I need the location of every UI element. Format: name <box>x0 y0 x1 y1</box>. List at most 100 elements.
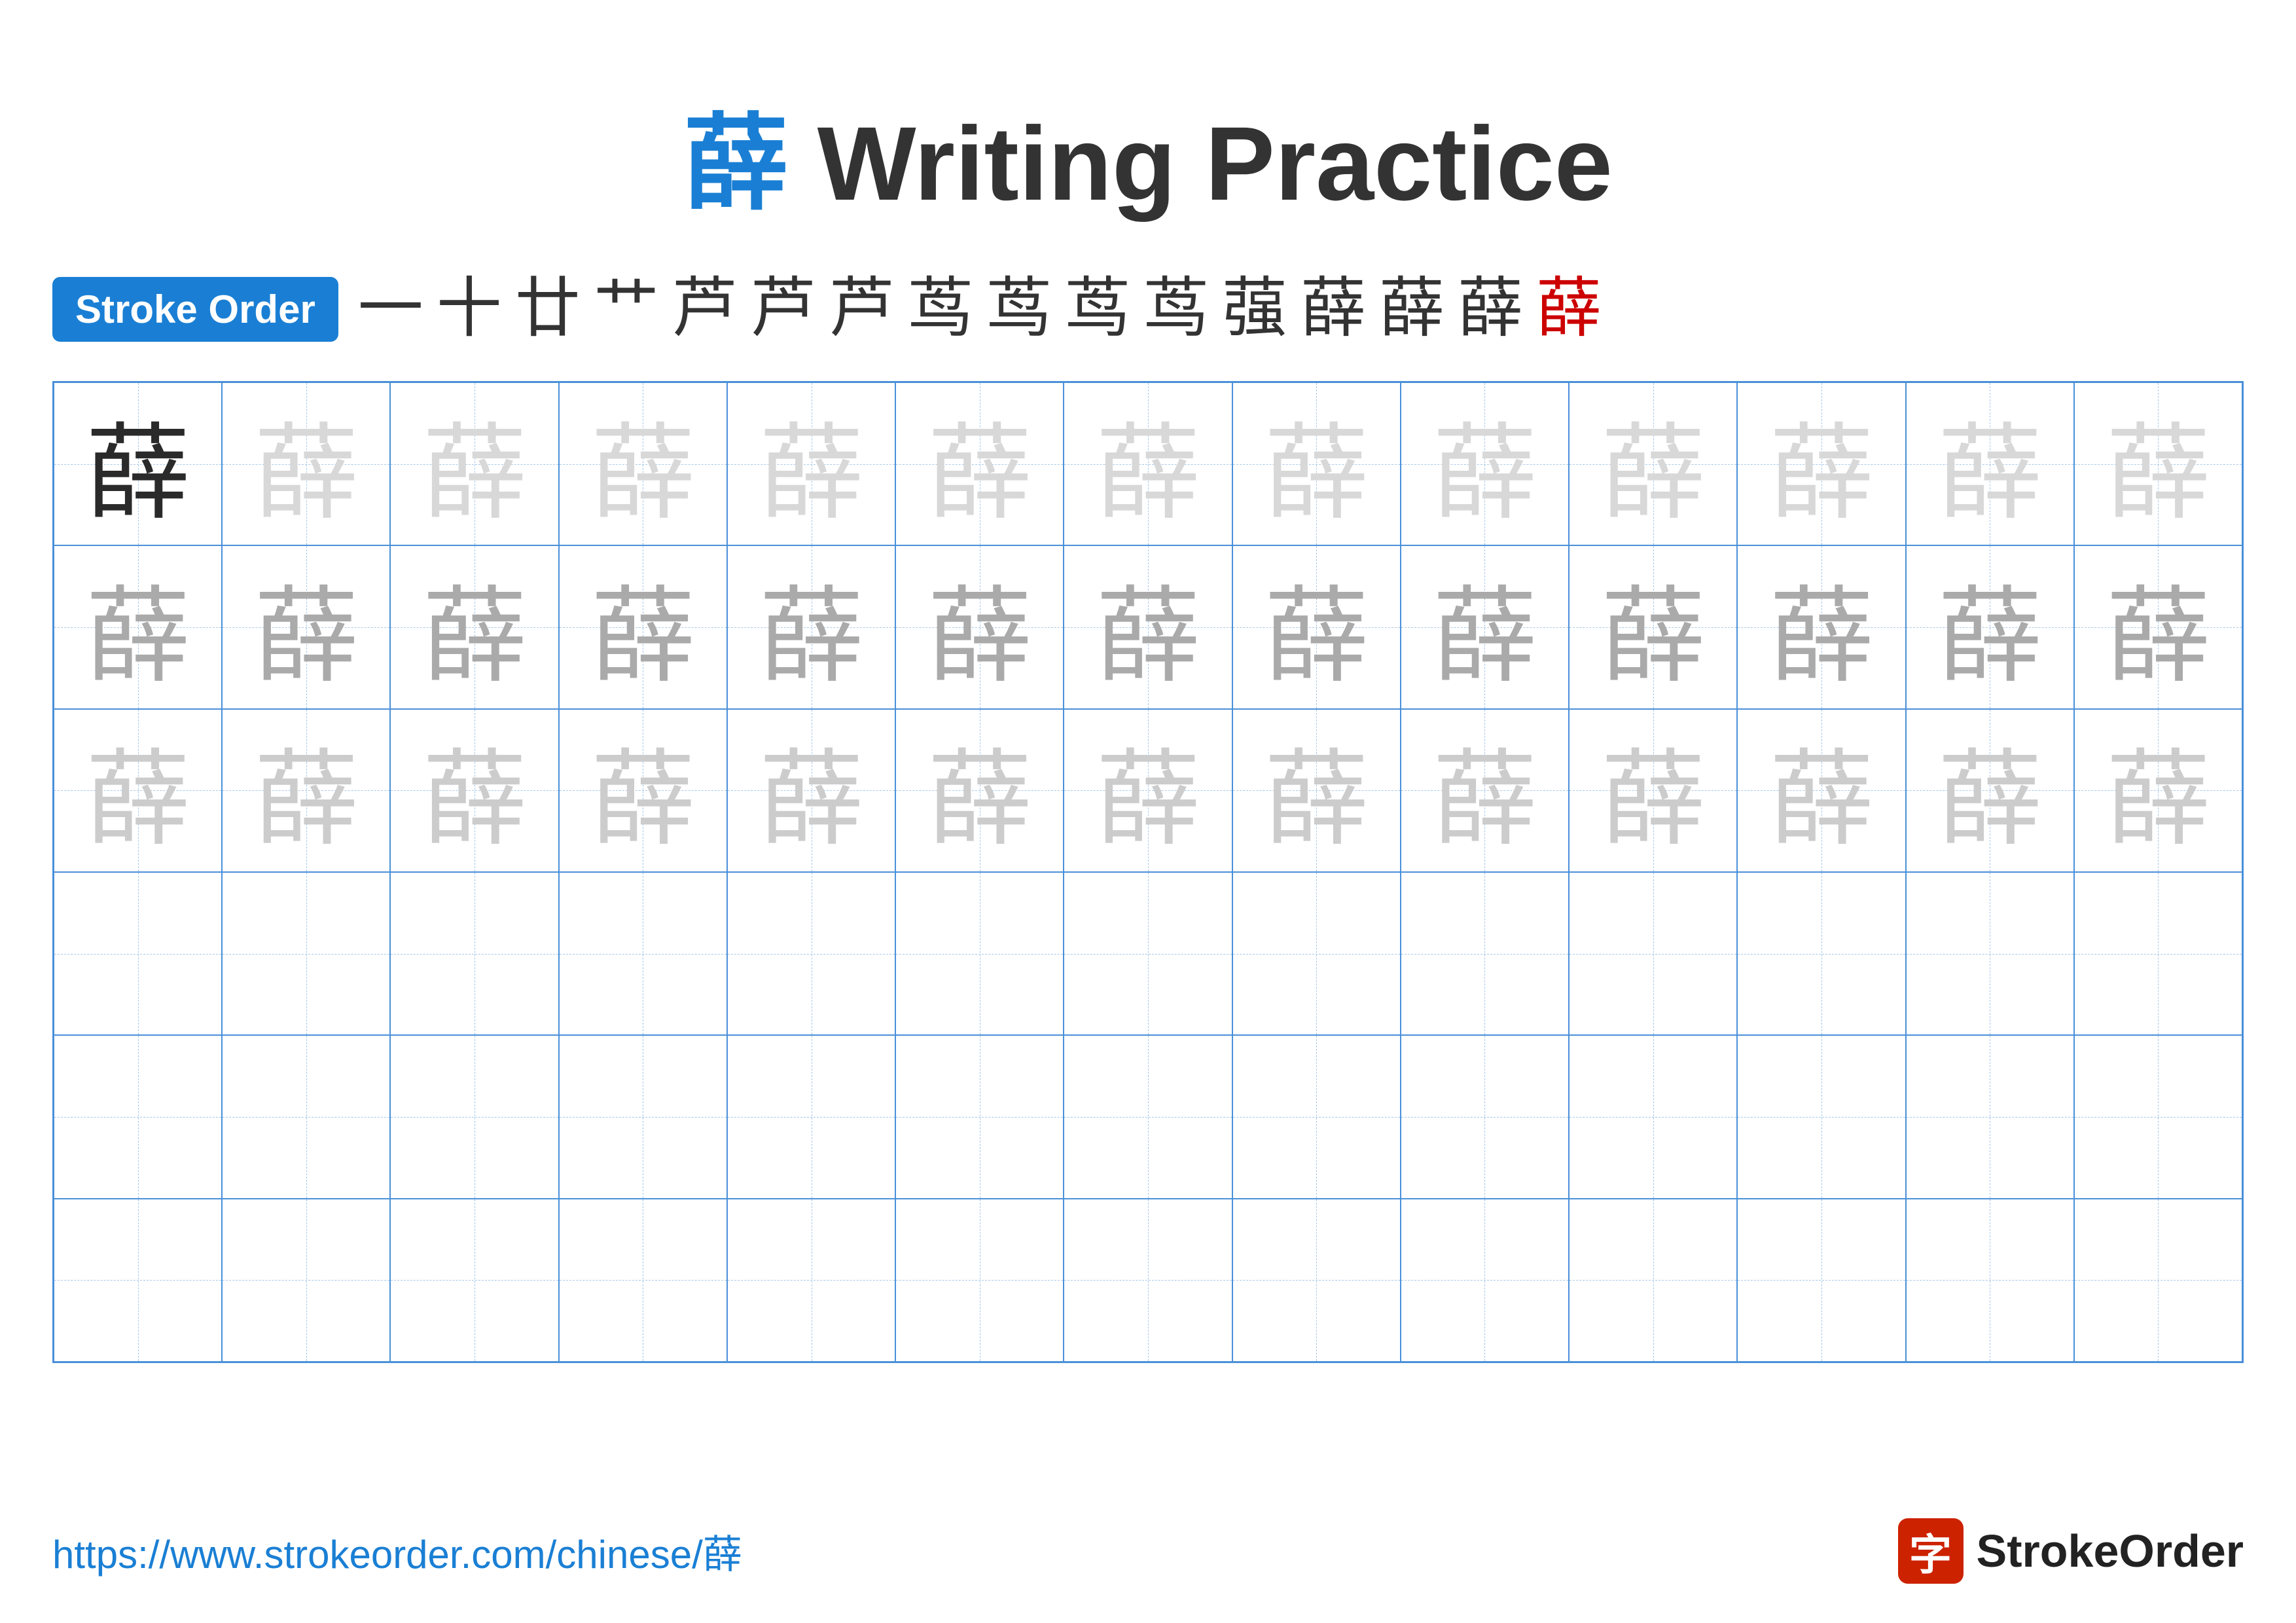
cell-r1-c2[interactable]: 薛 <box>222 382 390 545</box>
cell-r1-c13[interactable]: 薛 <box>2074 382 2242 545</box>
cell-r5-c6[interactable] <box>895 1035 1064 1198</box>
char-r1-c9: 薛 <box>1432 388 1537 540</box>
cell-r6-c12[interactable] <box>1906 1199 2074 1362</box>
char-r3-c1: 薛 <box>86 714 190 866</box>
cell-r6-c5[interactable] <box>727 1199 895 1362</box>
cell-r2-c2[interactable]: 薛 <box>222 545 390 708</box>
cell-r6-c10[interactable] <box>1569 1199 1737 1362</box>
char-r2-c3: 薛 <box>422 551 527 703</box>
cell-r5-c11[interactable] <box>1737 1035 1905 1198</box>
stroke-6: 芦 <box>751 276 816 342</box>
char-r3-c9: 薛 <box>1432 714 1537 866</box>
cell-r4-c9[interactable] <box>1401 872 1569 1035</box>
char-r3-c13: 薛 <box>2106 714 2210 866</box>
cell-r4-c8[interactable] <box>1232 872 1401 1035</box>
cell-r5-c9[interactable] <box>1401 1035 1569 1198</box>
cell-r5-c1[interactable] <box>54 1035 222 1198</box>
char-r1-c12: 薛 <box>1937 388 2042 540</box>
char-r2-c8: 薛 <box>1264 551 1369 703</box>
cell-r1-c1[interactable]: 薛 <box>54 382 222 545</box>
cell-r3-c12[interactable]: 薛 <box>1906 709 2074 872</box>
cell-r5-c13[interactable] <box>2074 1035 2242 1198</box>
cell-r5-c2[interactable] <box>222 1035 390 1198</box>
cell-r4-c1[interactable] <box>54 872 222 1035</box>
cell-r4-c10[interactable] <box>1569 872 1737 1035</box>
stroke-9: 茑 <box>986 276 1052 342</box>
cell-r4-c3[interactable] <box>390 872 558 1035</box>
cell-r3-c13[interactable]: 薛 <box>2074 709 2242 872</box>
cell-r1-c11[interactable]: 薛 <box>1737 382 1905 545</box>
cell-r3-c3[interactable]: 薛 <box>390 709 558 872</box>
cell-r2-c6[interactable]: 薛 <box>895 545 1064 708</box>
cell-r6-c11[interactable] <box>1737 1199 1905 1362</box>
cell-r3-c4[interactable]: 薛 <box>559 709 727 872</box>
cell-r5-c12[interactable] <box>1906 1035 2074 1198</box>
cell-r6-c2[interactable] <box>222 1199 390 1362</box>
cell-r2-c10[interactable]: 薛 <box>1569 545 1737 708</box>
cell-r1-c8[interactable]: 薛 <box>1232 382 1401 545</box>
cell-r2-c5[interactable]: 薛 <box>727 545 895 708</box>
cell-r1-c12[interactable]: 薛 <box>1906 382 2074 545</box>
cell-r2-c12[interactable]: 薛 <box>1906 545 2074 708</box>
cell-r3-c9[interactable]: 薛 <box>1401 709 1569 872</box>
cell-r4-c2[interactable] <box>222 872 390 1035</box>
cell-r2-c7[interactable]: 薛 <box>1064 545 1232 708</box>
cell-r5-c8[interactable] <box>1232 1035 1401 1198</box>
char-r2-c4: 薛 <box>590 551 695 703</box>
cell-r3-c11[interactable]: 薛 <box>1737 709 1905 872</box>
cell-r2-c3[interactable]: 薛 <box>390 545 558 708</box>
cell-r4-c12[interactable] <box>1906 872 2074 1035</box>
cell-r6-c3[interactable] <box>390 1199 558 1362</box>
stroke-5: 芦 <box>672 276 738 342</box>
char-r2-c12: 薛 <box>1937 551 2042 703</box>
cell-r2-c9[interactable]: 薛 <box>1401 545 1569 708</box>
cell-r5-c4[interactable] <box>559 1035 727 1198</box>
cell-r3-c5[interactable]: 薛 <box>727 709 895 872</box>
cell-r1-c7[interactable]: 薛 <box>1064 382 1232 545</box>
cell-r4-c13[interactable] <box>2074 872 2242 1035</box>
cell-r2-c11[interactable]: 薛 <box>1737 545 1905 708</box>
cell-r3-c7[interactable]: 薛 <box>1064 709 1232 872</box>
practice-grid-container: 薛 薛 薛 薛 薛 薛 薛 薛 薛 薛 薛 薛 薛 薛 薛 薛 薛 薛 薛 薛 … <box>0 368 2296 1376</box>
cell-r2-c8[interactable]: 薛 <box>1232 545 1401 708</box>
cell-r5-c5[interactable] <box>727 1035 895 1198</box>
cell-r6-c6[interactable] <box>895 1199 1064 1362</box>
char-r2-c1: 薛 <box>86 551 190 703</box>
char-r1-c3: 薛 <box>422 388 527 540</box>
title-section: 薛 Writing Practice <box>0 0 2296 257</box>
cell-r6-c4[interactable] <box>559 1199 727 1362</box>
cell-r1-c6[interactable]: 薛 <box>895 382 1064 545</box>
cell-r2-c1[interactable]: 薛 <box>54 545 222 708</box>
cell-r1-c3[interactable]: 薛 <box>390 382 558 545</box>
cell-r5-c7[interactable] <box>1064 1035 1232 1198</box>
cell-r3-c8[interactable]: 薛 <box>1232 709 1401 872</box>
cell-r3-c1[interactable]: 薛 <box>54 709 222 872</box>
cell-r3-c6[interactable]: 薛 <box>895 709 1064 872</box>
cell-r3-c10[interactable]: 薛 <box>1569 709 1737 872</box>
char-r2-c10: 薛 <box>1601 551 1706 703</box>
cell-r4-c6[interactable] <box>895 872 1064 1035</box>
cell-r1-c5[interactable]: 薛 <box>727 382 895 545</box>
cell-r6-c9[interactable] <box>1401 1199 1569 1362</box>
cell-r4-c5[interactable] <box>727 872 895 1035</box>
cell-r1-c10[interactable]: 薛 <box>1569 382 1737 545</box>
cell-r2-c13[interactable]: 薛 <box>2074 545 2242 708</box>
footer-logo: 字 StrokeOrder <box>1898 1518 2244 1584</box>
cell-r6-c1[interactable] <box>54 1199 222 1362</box>
cell-r5-c10[interactable] <box>1569 1035 1737 1198</box>
cell-r3-c2[interactable]: 薛 <box>222 709 390 872</box>
cell-r6-c13[interactable] <box>2074 1199 2242 1362</box>
char-r3-c6: 薛 <box>927 714 1032 866</box>
char-r3-c8: 薛 <box>1264 714 1369 866</box>
cell-r6-c8[interactable] <box>1232 1199 1401 1362</box>
cell-r6-c7[interactable] <box>1064 1199 1232 1362</box>
char-r1-c7: 薛 <box>1096 388 1200 540</box>
cell-r5-c3[interactable] <box>390 1035 558 1198</box>
footer-url[interactable]: https://www.strokeorder.com/chinese/薛 <box>52 1523 742 1580</box>
cell-r2-c4[interactable]: 薛 <box>559 545 727 708</box>
cell-r4-c7[interactable] <box>1064 872 1232 1035</box>
cell-r1-c4[interactable]: 薛 <box>559 382 727 545</box>
cell-r4-c11[interactable] <box>1737 872 1905 1035</box>
cell-r1-c9[interactable]: 薛 <box>1401 382 1569 545</box>
cell-r4-c4[interactable] <box>559 872 727 1035</box>
